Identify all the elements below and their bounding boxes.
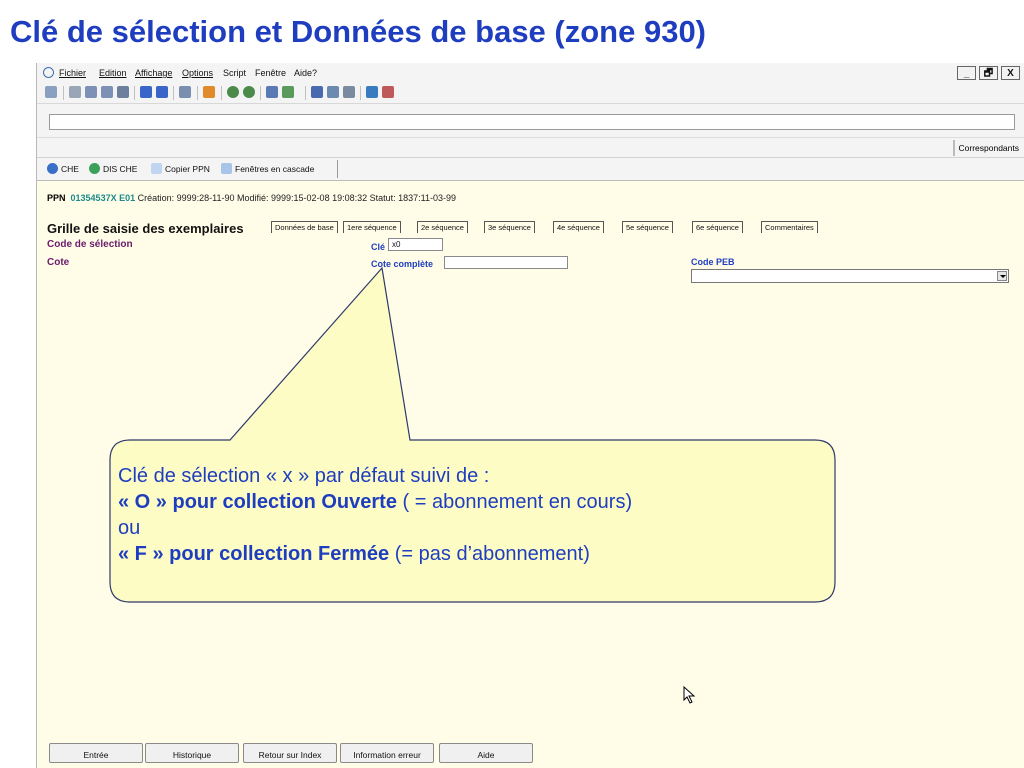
callout-open-rest: ( = abonnement en cours) — [396, 491, 633, 513]
record-info: Création: 9999:28-11-90 Modifié: 9999:15… — [137, 193, 457, 203]
cote-complete-label: Cote complète — [371, 259, 434, 269]
callout-line-2: « O » pour collection Ouverte ( = abonne… — [118, 489, 818, 515]
list-icon[interactable] — [327, 86, 339, 98]
diamond-icon[interactable] — [382, 86, 394, 98]
save-icon[interactable] — [179, 86, 191, 98]
application-window: Fichier Edition Affichage Options Script… — [36, 63, 1024, 768]
toolbar-separator — [260, 86, 261, 100]
slide-title: Clé de sélection et Données de base (zon… — [10, 14, 707, 49]
minimize-button[interactable]: _ — [957, 66, 976, 80]
che-button[interactable]: CHE — [47, 161, 79, 177]
command-bar — [37, 104, 1024, 137]
undo-icon[interactable] — [140, 86, 152, 98]
toolbar-separator — [305, 86, 306, 100]
menu-affichage[interactable]: Affichage — [135, 68, 172, 78]
callout-text: Clé de sélection « x » par défaut suivi … — [118, 463, 818, 567]
che-label: CHE — [61, 164, 79, 174]
aide-button[interactable]: Aide — [439, 743, 533, 763]
fenetres-cascade-button[interactable]: Fenêtres en cascade — [221, 161, 314, 177]
tab-5e-sequence[interactable]: 5e séquence — [622, 221, 673, 233]
copy-ppn-icon — [151, 163, 162, 174]
tab-4e-sequence[interactable]: 4e séquence — [553, 221, 604, 233]
cote-label: Cote — [47, 257, 70, 268]
entree-button[interactable]: Entrée — [49, 743, 143, 763]
print-icon[interactable] — [45, 86, 57, 98]
code-selection-label: Code de sélection — [47, 239, 133, 250]
cascade-icon — [221, 163, 232, 174]
close-button[interactable]: X — [1001, 66, 1020, 80]
chevron-down-icon[interactable] — [997, 271, 1007, 281]
ppn-label: PPN — [47, 193, 66, 203]
redo-icon[interactable] — [156, 86, 168, 98]
historique-button[interactable]: Historique — [145, 743, 239, 763]
grille-title: Grille de saisie des exemplaires — [47, 221, 244, 236]
toolbar-separator — [63, 86, 64, 100]
cote-complete-input[interactable] — [444, 256, 568, 269]
command-input[interactable] — [49, 114, 1015, 130]
menu-script[interactable]: Script — [223, 68, 246, 78]
copy-icon[interactable] — [85, 86, 97, 98]
tab-6e-sequence[interactable]: 6e séquence — [692, 221, 743, 233]
code-peb-value — [692, 276, 695, 285]
mouse-cursor-icon — [683, 686, 696, 704]
record-header: PPN 01354537X E01 Création: 9999:28-11-9… — [47, 193, 456, 203]
document-icon[interactable] — [343, 86, 355, 98]
forward-icon[interactable] — [243, 86, 255, 98]
toolbar-separator — [197, 86, 198, 100]
ppn-value: 01354537X E01 — [70, 193, 136, 203]
menu-fichier[interactable]: Fichier — [59, 68, 86, 78]
window-icon[interactable] — [366, 86, 378, 98]
callout-line-3: ou — [118, 517, 141, 539]
cle-input[interactable] — [388, 238, 443, 251]
button-bar-divider — [337, 160, 338, 178]
correspondants-tab[interactable]: Correspondants — [952, 140, 1023, 156]
menu-aide[interactable]: Aide? — [294, 68, 317, 78]
cut-icon[interactable] — [69, 86, 81, 98]
field-icon[interactable] — [311, 86, 323, 98]
callout-line-1: Clé de sélection « x » par défaut suivi … — [118, 465, 490, 487]
restore-button[interactable]: 🗗 — [979, 66, 998, 80]
toolbar-separator — [173, 86, 174, 100]
menubar: Fichier Edition Affichage Options Script… — [37, 63, 1024, 83]
back-icon[interactable] — [227, 86, 239, 98]
callout-open-bold: « O » pour collection Ouverte — [118, 491, 397, 513]
tab-donnees-de-base[interactable]: Données de base — [271, 221, 338, 233]
information-erreur-button[interactable]: Information erreur — [340, 743, 434, 763]
code-peb-label: Code PEB — [691, 257, 735, 267]
toolbar-separator — [221, 86, 222, 100]
tab-commentaires[interactable]: Commentaires — [761, 221, 818, 233]
menu-options[interactable]: Options — [182, 68, 213, 78]
toolbar — [37, 83, 1024, 104]
copier-ppn-button[interactable]: Copier PPN — [151, 161, 210, 177]
menu-edition[interactable]: Edition — [99, 68, 127, 78]
tab-1ere-sequence[interactable]: 1ere séquence — [343, 221, 401, 233]
cle-label: Clé — [371, 242, 386, 252]
clipboard-icon[interactable] — [117, 86, 129, 98]
tab-2e-sequence[interactable]: 2e séquence — [417, 221, 468, 233]
che-icon — [47, 163, 58, 174]
toolbar-separator — [134, 86, 135, 100]
tab-3e-sequence[interactable]: 3e séquence — [484, 221, 535, 233]
filter-icon[interactable] — [266, 86, 278, 98]
dis-che-button[interactable]: DIS CHE — [89, 161, 137, 177]
refresh-icon[interactable] — [203, 86, 215, 98]
menu-fenetre[interactable]: Fenêtre — [255, 68, 286, 78]
correspondants-strip: Correspondants — [37, 137, 1024, 158]
callout-line-4: « F » pour collection Fermée (= pas d’ab… — [118, 541, 818, 567]
retour-index-button[interactable]: Retour sur Index — [243, 743, 337, 763]
code-peb-select[interactable] — [691, 269, 1009, 283]
copier-ppn-label: Copier PPN — [165, 164, 210, 174]
quick-button-bar: CHE DIS CHE Copier PPN Fenêtres en casca… — [37, 157, 1024, 181]
globe-icon — [89, 163, 100, 174]
text-tool-icon[interactable] — [282, 86, 294, 98]
fenetres-cascade-label: Fenêtres en cascade — [235, 164, 315, 174]
callout-closed-bold: « F » pour collection Fermée — [118, 543, 390, 565]
dis-che-label: DIS CHE — [103, 164, 138, 174]
paste-icon[interactable] — [101, 86, 113, 98]
callout-closed-rest: (= pas d’abonnement) — [389, 543, 590, 565]
toolbar-separator — [360, 86, 361, 100]
app-icon — [43, 67, 54, 78]
